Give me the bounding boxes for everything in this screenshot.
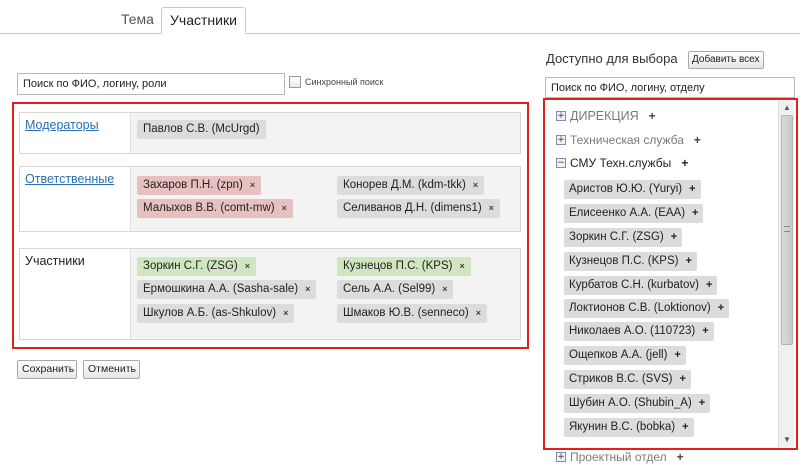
highlight-frame-right [543, 98, 798, 450]
highlight-frame-left [12, 102, 529, 349]
sync-checkbox[interactable] [289, 76, 301, 88]
sync-search-toggle[interactable]: Синхронный поиск [289, 76, 383, 88]
tab-theme[interactable]: Тема [113, 7, 162, 34]
available-title: Доступно для выбора [546, 51, 678, 66]
search-input[interactable] [17, 73, 285, 95]
add-all-button[interactable]: Добавить всех [688, 51, 764, 69]
tab-bar: Тема Участники [0, 0, 800, 34]
cancel-button[interactable]: Отменить [83, 360, 140, 379]
sync-label: Синхронный поиск [305, 77, 384, 87]
save-button[interactable]: Сохранить [17, 360, 77, 379]
tree-group-project[interactable]: + Проектный отдел + [556, 450, 684, 464]
search-available-input[interactable] [545, 77, 795, 98]
expand-icon[interactable]: + [556, 452, 566, 462]
add-icon[interactable]: + [677, 450, 684, 464]
tab-participants[interactable]: Участники [161, 7, 246, 34]
